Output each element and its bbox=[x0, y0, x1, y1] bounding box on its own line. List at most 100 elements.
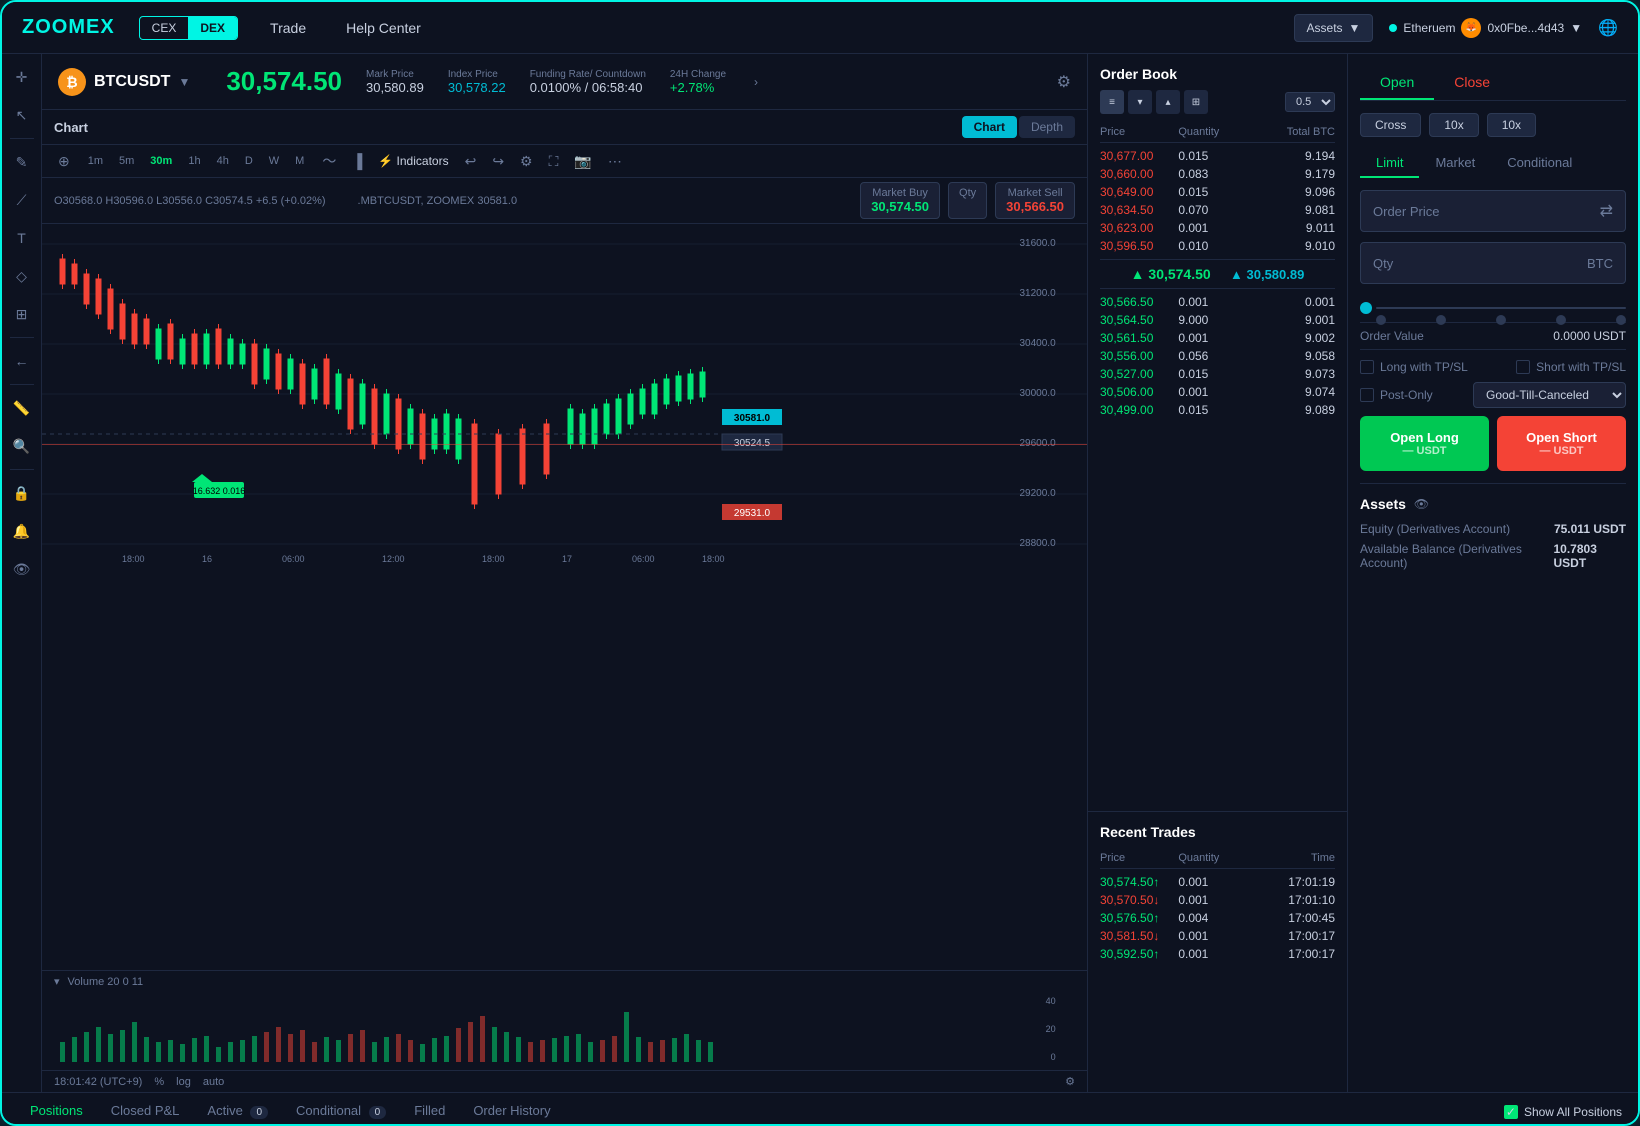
eye-icon[interactable]: 👁 bbox=[7, 554, 37, 584]
open-long-button[interactable]: Open Long — USDT bbox=[1360, 416, 1489, 471]
bid-row[interactable]: 30,527.000.0159.073 bbox=[1100, 365, 1335, 383]
swap-icon[interactable]: ⇄ bbox=[1600, 201, 1613, 221]
ask-row[interactable]: 30,649.000.0159.096 bbox=[1100, 183, 1335, 201]
leverage-slider[interactable] bbox=[1360, 302, 1626, 314]
assets-title: Assets bbox=[1360, 496, 1406, 512]
line-icon[interactable]: ⟋ bbox=[7, 185, 37, 215]
volume-dropdown-icon[interactable]: ▾ bbox=[54, 975, 60, 988]
measure-icon[interactable]: ⊞ bbox=[7, 299, 37, 329]
zoom-icon[interactable]: 🔍 bbox=[7, 431, 37, 461]
tf-d[interactable]: D bbox=[239, 153, 259, 169]
more-icon[interactable]: › bbox=[754, 75, 758, 89]
bid-row[interactable]: 30,564.509.0009.001 bbox=[1100, 311, 1335, 329]
tf-w[interactable]: W bbox=[263, 153, 285, 169]
settings-chart-icon[interactable]: ⚙ bbox=[516, 151, 537, 172]
closed-pnl-tab[interactable]: Closed P&L bbox=[99, 1095, 192, 1126]
globe-icon[interactable]: 🌐 bbox=[1598, 18, 1618, 38]
market-tab[interactable]: Market bbox=[1419, 149, 1491, 178]
tf-30m[interactable]: 30m bbox=[144, 153, 178, 169]
redo-icon[interactable]: ↪ bbox=[488, 151, 508, 172]
side-toolbar: ✛ ↖ ✎ ⟋ T ◇ ⊞ ← 📏 🔍 🔒 🔔 👁 bbox=[2, 54, 42, 1092]
back-icon[interactable]: ← bbox=[7, 346, 37, 376]
ask-row[interactable]: 30,660.000.0839.179 bbox=[1100, 165, 1335, 183]
chart-settings-icon[interactable]: ⚙ bbox=[1065, 1075, 1075, 1088]
show-all-checkbox[interactable]: ✓ bbox=[1504, 1105, 1518, 1119]
depth-button[interactable]: Depth bbox=[1019, 116, 1075, 138]
order-history-tab[interactable]: Order History bbox=[461, 1095, 562, 1126]
conditional-tab[interactable]: Conditional 0 bbox=[284, 1095, 398, 1126]
tf-m[interactable]: M bbox=[289, 153, 310, 169]
active-tab[interactable]: Active 0 bbox=[195, 1095, 280, 1126]
lock-icon[interactable]: 🔒 bbox=[7, 478, 37, 508]
more-chart-icon[interactable]: ⋯ bbox=[604, 151, 626, 172]
shapes-icon[interactable]: ◇ bbox=[7, 261, 37, 291]
order-price-field[interactable]: Order Price ⇄ bbox=[1360, 190, 1626, 232]
text-icon[interactable]: T bbox=[7, 223, 37, 253]
indicators-label[interactable]: ⚡ Indicators bbox=[374, 152, 452, 170]
conditional-tab[interactable]: Conditional bbox=[1491, 149, 1588, 178]
tf-5m[interactable]: 5m bbox=[113, 153, 140, 169]
precision-select[interactable]: 0.5 1.0 0.1 bbox=[1285, 92, 1335, 112]
bid-row[interactable]: 30,561.500.0019.002 bbox=[1100, 329, 1335, 347]
nav-trade[interactable]: Trade bbox=[262, 16, 314, 40]
pencil-icon[interactable]: ✎ bbox=[7, 147, 37, 177]
tf-4h[interactable]: 4h bbox=[211, 153, 235, 169]
cross-button[interactable]: Cross bbox=[1360, 113, 1421, 137]
pair-selector[interactable]: ₿ BTCUSDT ▼ bbox=[58, 68, 190, 96]
tf-1h[interactable]: 1h bbox=[182, 153, 206, 169]
ob-grouped-icon[interactable]: ⊞ bbox=[1184, 90, 1208, 114]
short-tpsl-checkbox[interactable] bbox=[1516, 360, 1530, 374]
cex-button[interactable]: CEX bbox=[140, 17, 189, 39]
post-only-item[interactable]: Post-Only bbox=[1360, 388, 1433, 402]
leverage1-button[interactable]: 10x bbox=[1429, 113, 1478, 137]
ob-asks-icon[interactable]: ▾ bbox=[1128, 90, 1152, 114]
leverage2-button[interactable]: 10x bbox=[1487, 113, 1536, 137]
filled-tab[interactable]: Filled bbox=[402, 1095, 457, 1126]
crosshair-icon[interactable]: ✛ bbox=[7, 62, 37, 92]
market-buy-box: Market Buy 30,574.50 bbox=[860, 182, 940, 219]
bid-row[interactable]: 30,566.500.0010.001 bbox=[1100, 293, 1335, 311]
long-tpsl[interactable]: Long with TP/SL bbox=[1360, 360, 1468, 374]
long-tpsl-checkbox[interactable] bbox=[1360, 360, 1374, 374]
ruler-icon[interactable]: 📏 bbox=[7, 393, 37, 423]
alert-icon[interactable]: 🔔 bbox=[7, 516, 37, 546]
mark-price-label: Mark Price bbox=[366, 69, 424, 80]
open-short-button[interactable]: Open Short — USDT bbox=[1497, 416, 1626, 471]
limit-tab[interactable]: Limit bbox=[1360, 149, 1419, 178]
ob-bids-icon[interactable]: ▴ bbox=[1156, 90, 1180, 114]
show-all-positions[interactable]: ✓ Show All Positions bbox=[1504, 1105, 1622, 1119]
log-label[interactable]: log bbox=[176, 1076, 191, 1088]
candle-type-icon[interactable]: ▐ bbox=[348, 151, 366, 171]
short-tpsl[interactable]: Short with TP/SL bbox=[1516, 360, 1626, 374]
ask-row[interactable]: 30,623.000.0019.011 bbox=[1100, 219, 1335, 237]
undo-icon[interactable]: ↩ bbox=[461, 151, 481, 172]
assets-button[interactable]: Assets ▼ bbox=[1294, 14, 1374, 42]
ask-row[interactable]: 30,677.000.0159.194 bbox=[1100, 147, 1335, 165]
ask-row[interactable]: 30,634.500.0709.081 bbox=[1100, 201, 1335, 219]
bid-row[interactable]: 30,556.000.0569.058 bbox=[1100, 347, 1335, 365]
gtc-dropdown[interactable]: Good-Till-Canceled Immediate-Or-Cancel F… bbox=[1473, 382, 1626, 408]
assets-eye-icon[interactable]: 👁 bbox=[1414, 497, 1429, 511]
chart-button[interactable]: Chart bbox=[962, 116, 1017, 138]
fullscreen-icon[interactable]: ⛶ bbox=[545, 151, 563, 172]
bid-row[interactable]: 30,499.000.0159.089 bbox=[1100, 401, 1335, 419]
camera-icon[interactable]: 📷 bbox=[570, 151, 595, 172]
chart-body[interactable]: 31600.0 31200.0 30400.0 30000.0 29600.0 … bbox=[42, 224, 1087, 970]
draw-icon[interactable]: ⊕ bbox=[54, 151, 74, 172]
qty-field[interactable]: Qty BTC bbox=[1360, 242, 1626, 284]
tf-1m[interactable]: 1m bbox=[82, 153, 109, 169]
auto-label[interactable]: auto bbox=[203, 1076, 224, 1088]
ask-row[interactable]: 30,596.500.0109.010 bbox=[1100, 237, 1335, 255]
open-tab[interactable]: Open bbox=[1360, 66, 1434, 100]
close-tab[interactable]: Close bbox=[1434, 66, 1510, 100]
chart-type-icon[interactable]: 〜 bbox=[318, 149, 340, 173]
positions-tab[interactable]: Positions bbox=[18, 1095, 95, 1126]
dex-button[interactable]: DEX bbox=[188, 17, 237, 39]
cursor-icon[interactable]: ↖ bbox=[7, 100, 37, 130]
bid-row[interactable]: 30,506.000.0019.074 bbox=[1100, 383, 1335, 401]
settings-icon[interactable]: ⚙ bbox=[1057, 72, 1071, 92]
post-only-checkbox[interactable] bbox=[1360, 388, 1374, 402]
ob-both-icon[interactable]: ≡ bbox=[1100, 90, 1124, 114]
gtc-select[interactable]: Good-Till-Canceled Immediate-Or-Cancel F… bbox=[1473, 382, 1626, 408]
nav-help[interactable]: Help Center bbox=[338, 16, 429, 40]
